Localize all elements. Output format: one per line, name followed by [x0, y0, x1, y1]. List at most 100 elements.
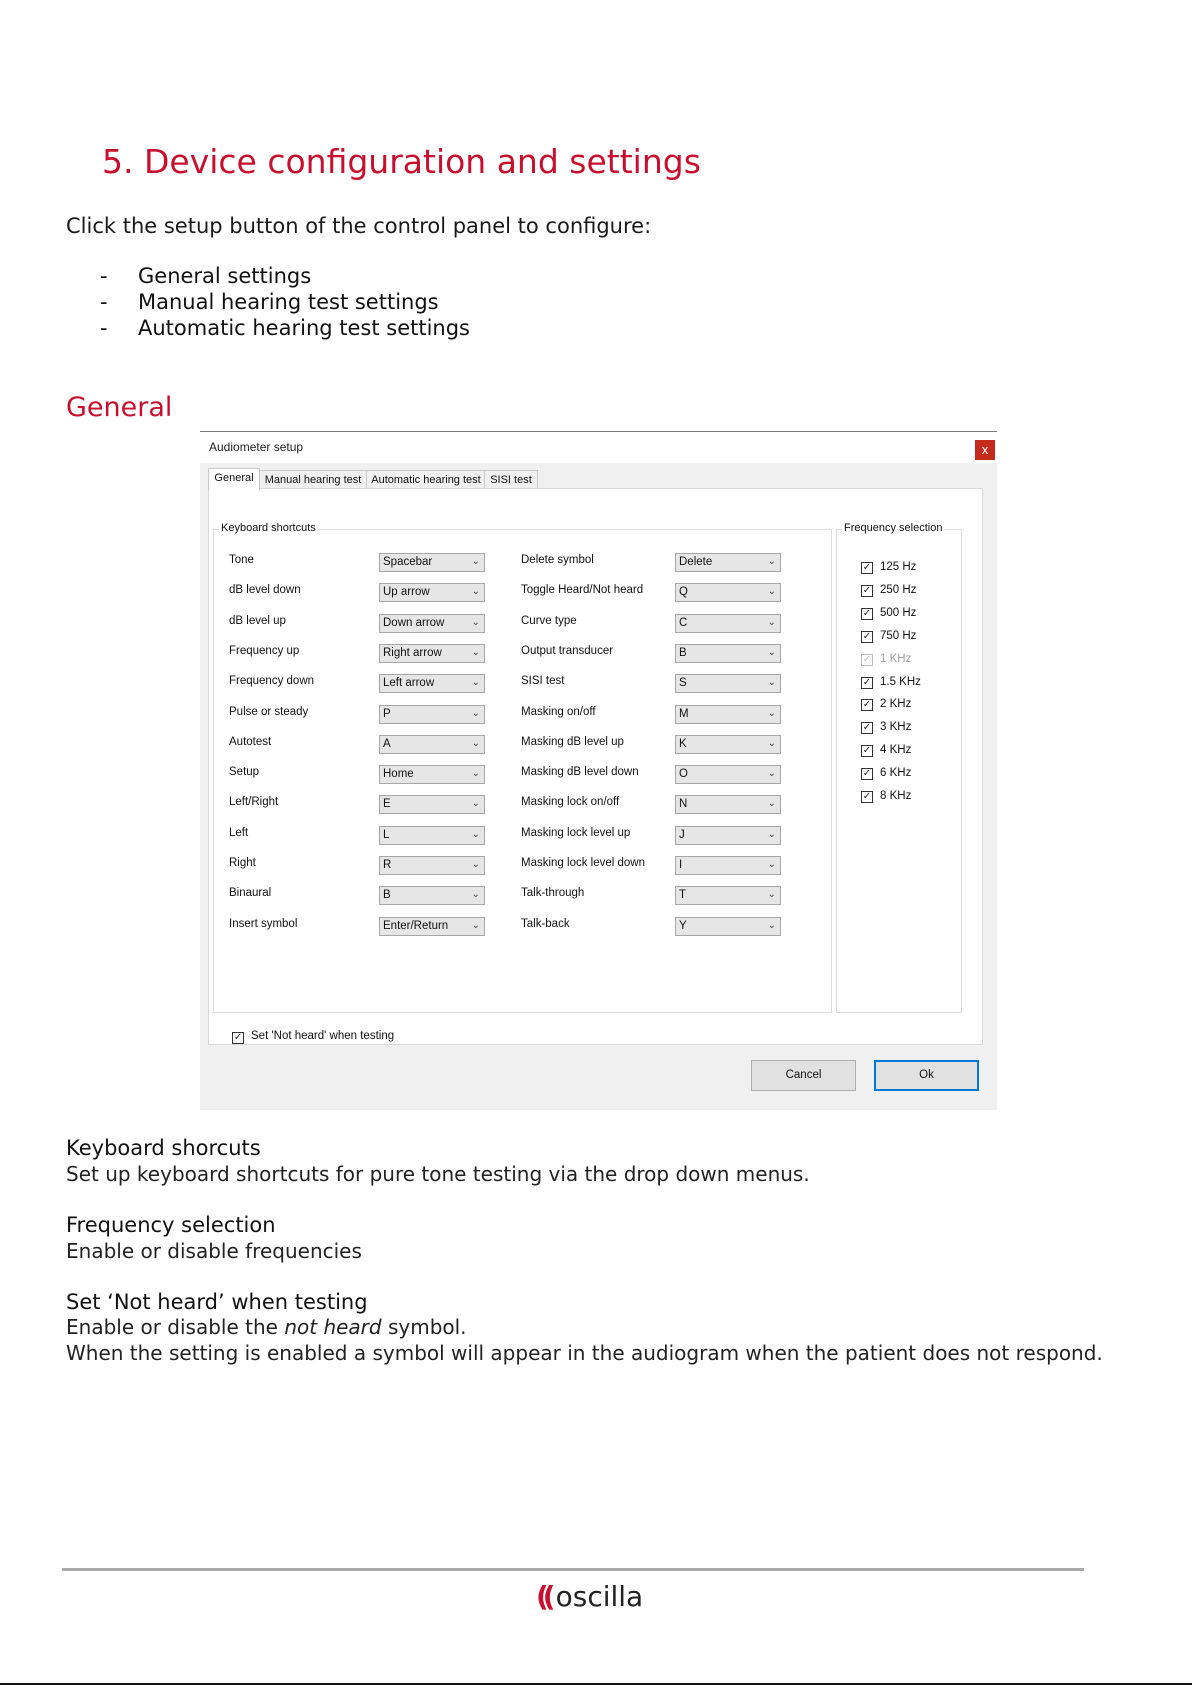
shortcut-right-value: I — [679, 859, 683, 871]
shortcut-right-dropdown[interactable]: M ⌄ — [675, 704, 781, 724]
frequency-checkbox[interactable]: ✓ — [861, 745, 873, 758]
shortcut-right-label: Masking on/off — [521, 705, 596, 718]
shortcut-right-dropdown[interactable]: N ⌄ — [675, 795, 781, 815]
chevron-down-icon: ⌄ — [767, 798, 776, 810]
shortcut-left-value: Up arrow — [383, 586, 430, 599]
not-heard-checkbox[interactable]: ✓ — [232, 1032, 244, 1044]
shortcut-right-dropdown[interactable]: O ⌄ — [675, 765, 781, 785]
frequency-label: 2 KHz — [880, 698, 912, 711]
shortcut-left-dropdown[interactable]: Down arrow ⌄ — [379, 613, 485, 633]
shortcut-left-dropdown[interactable]: A ⌄ — [379, 734, 485, 754]
shortcut-left-value: Home — [383, 768, 414, 781]
frequency-label: 8 KHz — [880, 790, 912, 802]
shortcut-left-value: Right arrow — [383, 646, 442, 659]
shortcut-left-dropdown[interactable]: Enter/Return ⌄ — [379, 916, 485, 936]
frequency-checkbox[interactable]: ✓ — [861, 562, 873, 574]
tab-manual-hearing-test[interactable]: Manual hearing test — [258, 470, 368, 489]
shortcut-right-value: C — [679, 616, 688, 629]
tab-sisi-test[interactable]: SISI test — [484, 470, 538, 489]
chevron-down-icon: ⌄ — [471, 677, 480, 689]
shortcut-left-value: R — [383, 859, 392, 871]
cancel-button[interactable]: Cancel — [751, 1060, 856, 1091]
ok-button[interactable]: Ok — [874, 1060, 979, 1091]
shortcut-right-label: Toggle Heard/Not heard — [521, 584, 644, 597]
shortcut-right-value: O — [679, 768, 688, 781]
shortcut-left-value: L — [383, 828, 390, 841]
shortcut-right-dropdown[interactable]: B ⌄ — [675, 643, 781, 663]
shortcut-right-label: Masking lock on/off — [521, 796, 620, 809]
not-heard-description: Enable or disable the not heard symbol. — [66, 1315, 467, 1339]
shortcut-right-value: M — [679, 707, 689, 720]
shortcut-left-dropdown[interactable]: Right arrow ⌄ — [379, 643, 485, 663]
frequency-checkbox[interactable]: ✓ — [861, 791, 873, 803]
shortcut-right-label: Masking dB level up — [521, 735, 624, 748]
tab-automatic-hearing-test[interactable]: Automatic hearing test — [366, 470, 486, 489]
shortcut-right-dropdown[interactable]: Delete ⌄ — [675, 553, 781, 572]
shortcut-right-value: K — [679, 737, 687, 750]
shortcut-right-dropdown[interactable]: Y ⌄ — [675, 916, 781, 936]
chevron-down-icon: ⌄ — [471, 646, 480, 658]
shortcut-right-dropdown[interactable]: T ⌄ — [675, 886, 781, 906]
shortcut-left-dropdown[interactable]: Spacebar ⌄ — [379, 553, 485, 572]
shortcut-right-label: SISI test — [521, 675, 565, 688]
shortcut-left-value: E — [383, 798, 391, 811]
shortcut-left-dropdown[interactable]: B ⌄ — [379, 886, 485, 906]
section-title-general: General — [66, 392, 173, 423]
chevron-down-icon: ⌄ — [471, 828, 480, 840]
shortcut-left-dropdown[interactable]: P ⌄ — [379, 704, 485, 724]
frequency-label: 4 KHz — [880, 744, 912, 757]
not-heard-heading: Set ‘Not heard’ when testing — [66, 1290, 368, 1314]
frequency-checkbox[interactable]: ✓ — [861, 584, 873, 597]
shortcut-left-dropdown[interactable]: Home ⌄ — [379, 765, 485, 785]
shortcut-left-value: A — [383, 737, 391, 750]
close-button[interactable]: x — [975, 440, 995, 460]
frequency-checkbox[interactable]: ✓ — [861, 722, 873, 735]
shortcut-right-value: N — [679, 798, 688, 811]
shortcut-left-dropdown[interactable]: E ⌄ — [379, 795, 485, 815]
chevron-down-icon: ⌄ — [767, 677, 776, 689]
shortcut-left-dropdown[interactable]: Up arrow ⌄ — [379, 583, 485, 603]
shortcut-right-label: Output transducer — [521, 644, 614, 657]
frequency-selection-description: Enable or disable frequencies — [66, 1239, 362, 1263]
intro-text: Click the setup button of the control pa… — [66, 214, 652, 238]
frequency-checkbox[interactable]: ✓ — [861, 768, 873, 781]
shortcut-right-dropdown[interactable]: I ⌄ — [675, 856, 781, 875]
frequency-selection-heading: Frequency selection — [66, 1213, 276, 1237]
shortcut-left-value: Down arrow — [383, 616, 445, 629]
shortcut-left-value: P — [383, 707, 391, 720]
shortcut-right-dropdown[interactable]: C ⌄ — [675, 613, 781, 633]
shortcut-right-value: T — [679, 889, 687, 902]
chevron-down-icon: ⌄ — [471, 586, 480, 598]
shortcut-left-label: Left/Right — [229, 796, 279, 809]
shortcut-right-dropdown[interactable]: J ⌄ — [675, 825, 781, 845]
shortcut-left-dropdown[interactable]: R ⌄ — [379, 856, 485, 875]
shortcut-left-dropdown[interactable]: Left arrow ⌄ — [379, 674, 485, 694]
frequency-label: 1 KHz — [880, 652, 912, 665]
shortcut-left-label: Tone — [229, 554, 254, 566]
chevron-down-icon: ⌄ — [471, 798, 480, 810]
shortcut-right-label: Masking dB level down — [521, 766, 639, 779]
frequency-label: 1.5 KHz — [880, 675, 921, 688]
frequency-checkbox[interactable]: ✓ — [861, 676, 873, 689]
shortcut-right-dropdown[interactable]: K ⌄ — [675, 734, 781, 754]
shortcut-left-label: Autotest — [229, 735, 272, 748]
keyboard-shortcuts-label: Keyboard shortcuts — [219, 522, 318, 534]
frequency-checkbox[interactable]: ✓ — [861, 653, 873, 666]
shortcut-right-dropdown[interactable]: S ⌄ — [675, 674, 781, 694]
shortcut-left-label: dB level down — [229, 584, 301, 597]
tab-general[interactable]: General — [208, 468, 260, 490]
frequency-label: 250 Hz — [880, 583, 917, 596]
shortcut-left-label: Binaural — [229, 887, 272, 900]
frequency-checkbox[interactable]: ✓ — [861, 607, 873, 620]
shortcut-right-value: Q — [679, 586, 688, 599]
shortcut-right-dropdown[interactable]: Q ⌄ — [675, 583, 781, 603]
chevron-down-icon: ⌄ — [471, 768, 480, 780]
shortcut-left-dropdown[interactable]: L ⌄ — [379, 825, 485, 845]
frequency-selection-label: Frequency selection — [842, 522, 945, 534]
keyboard-shortcuts-description: Set up keyboard shortcuts for pure tone … — [66, 1162, 810, 1186]
frequency-checkbox[interactable]: ✓ — [861, 699, 873, 712]
frequency-checkbox[interactable]: ✓ — [861, 630, 873, 643]
page-heading: 5. Device configuration and settings — [102, 142, 701, 181]
chevron-down-icon: ⌄ — [471, 737, 480, 749]
chevron-down-icon: ⌄ — [767, 556, 776, 567]
